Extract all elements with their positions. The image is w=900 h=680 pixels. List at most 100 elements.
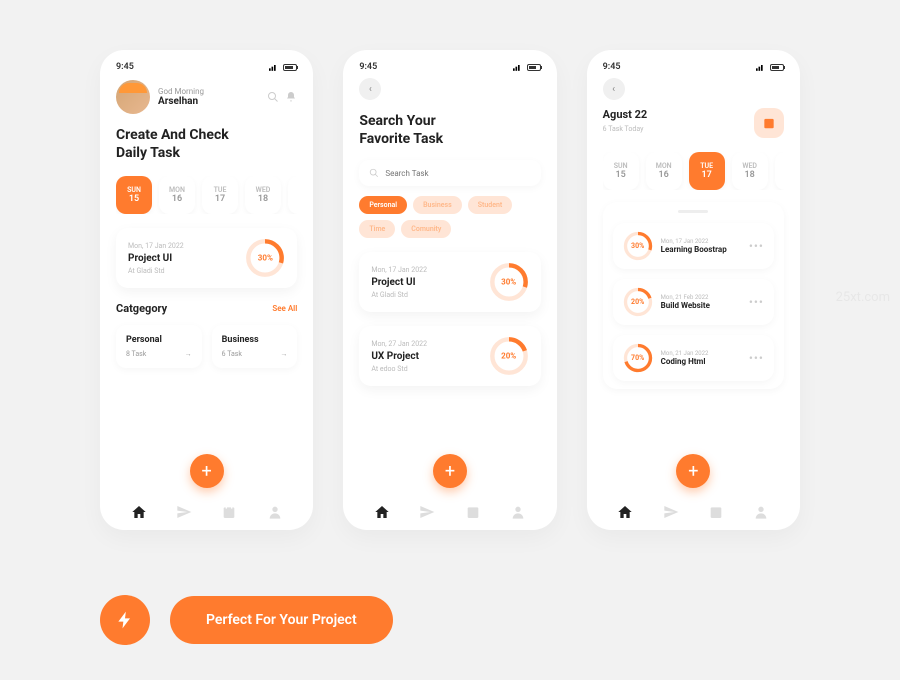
username: Arselhan	[158, 96, 204, 107]
arrow-icon: →	[185, 350, 192, 358]
back-button[interactable]: ‹	[359, 78, 381, 100]
day-label: SUN	[614, 162, 628, 170]
progress-ring: 20%	[489, 336, 529, 376]
day-label: WED	[256, 186, 271, 194]
profile-icon[interactable]	[267, 504, 283, 520]
search-field[interactable]	[385, 169, 530, 178]
filter-chip[interactable]: Personal	[359, 196, 407, 214]
phone-search: 9:45 ‹ Search Your Favorite Task Persona…	[343, 50, 556, 530]
task-row[interactable]: 70%Mon, 21 Jan 2022Coding Html•••	[613, 335, 774, 381]
task-title: Learning Boostrap	[661, 245, 741, 254]
add-button[interactable]: +	[676, 454, 710, 488]
section-title: Catgegory	[116, 302, 167, 315]
bottom-nav	[116, 504, 297, 520]
progress-pct: 20%	[501, 352, 516, 361]
bolt-icon	[115, 610, 135, 630]
filter-chip[interactable]: Business	[413, 196, 462, 214]
progress-ring: 30%	[489, 262, 529, 302]
send-icon[interactable]	[663, 504, 679, 520]
category-card[interactable]: Personal8 Task→	[116, 325, 202, 368]
day-picker: SUN15MON16TUE17WED18TUU15	[603, 152, 784, 190]
project-title: Project UI	[128, 253, 184, 264]
project-date: Mon, 17 Jan 2022	[128, 242, 184, 250]
progress-ring: 30%	[245, 238, 285, 278]
greeting: God Morning	[158, 87, 204, 96]
day-num: 15	[129, 194, 139, 204]
calendar-icon[interactable]	[465, 504, 481, 520]
project-card[interactable]: Mon, 17 Jan 2022 Project UI At Gladi Std…	[116, 228, 297, 288]
watermark: 25xt.com	[836, 290, 890, 305]
day-label: TUE	[214, 186, 227, 194]
drag-handle[interactable]	[678, 210, 708, 213]
calendar-icon[interactable]	[221, 504, 237, 520]
day-num: 17	[702, 170, 712, 180]
battery-icon	[770, 64, 784, 71]
filter-chips: Personal Business Student Time Comunity	[359, 196, 540, 238]
task-date: Mon, 17 Jan 2022	[661, 238, 741, 245]
day-chip[interactable]: TU15	[288, 176, 297, 214]
project-card[interactable]: Mon, 17 Jan 2022Project UIAt Gladi Std30…	[359, 252, 540, 312]
more-icon[interactable]: •••	[749, 351, 764, 365]
status-bar: 9:45	[359, 62, 540, 72]
calendar-button[interactable]	[754, 108, 784, 138]
status-time: 9:45	[603, 62, 621, 72]
day-chip[interactable]: SUN15	[603, 152, 639, 190]
see-all-link[interactable]: See All	[272, 304, 297, 313]
profile-icon[interactable]	[753, 504, 769, 520]
calendar-icon[interactable]	[708, 504, 724, 520]
search-icon[interactable]	[267, 91, 279, 103]
category-card[interactable]: Business6 Task→	[212, 325, 298, 368]
day-chip[interactable]: SUN15	[116, 176, 152, 214]
home-icon[interactable]	[374, 504, 390, 520]
avatar[interactable]	[116, 80, 150, 114]
day-chip[interactable]: TUE17	[202, 176, 238, 214]
category-count: 6 Task	[222, 350, 242, 358]
filter-chip[interactable]: Student	[468, 196, 513, 214]
day-chip[interactable]: TUU15	[775, 152, 784, 190]
filter-chip[interactable]: Time	[359, 220, 395, 238]
send-icon[interactable]	[176, 504, 192, 520]
arrow-icon: →	[280, 350, 287, 358]
filter-chip[interactable]: Comunity	[401, 220, 451, 238]
task-date: Mon, 21 Jan 2022	[661, 350, 741, 357]
back-button[interactable]: ‹	[603, 78, 625, 100]
home-icon[interactable]	[131, 504, 147, 520]
day-chip[interactable]: WED18	[245, 176, 281, 214]
send-icon[interactable]	[419, 504, 435, 520]
header: God Morning Arselhan	[116, 80, 297, 114]
task-row[interactable]: 30% Mon, 17 Jan 2022Learning Boostrap •••	[613, 223, 774, 269]
day-chip[interactable]: MON16	[646, 152, 682, 190]
day-chip[interactable]: MON16	[159, 176, 195, 214]
task-panel: 30%Mon, 17 Jan 2022Learning Boostrap•••2…	[603, 202, 784, 389]
bell-icon[interactable]	[285, 91, 297, 103]
status-icons	[269, 64, 297, 71]
add-button[interactable]: +	[433, 454, 467, 488]
search-icon	[369, 168, 379, 178]
search-input[interactable]	[359, 160, 540, 186]
day-num: 15	[616, 170, 626, 180]
day-num: 16	[659, 170, 669, 180]
signal-icon	[756, 64, 766, 71]
cta-button[interactable]: Perfect For Your Project	[170, 596, 393, 644]
home-icon[interactable]	[617, 504, 633, 520]
signal-icon	[269, 64, 279, 71]
project-title: UX Project	[371, 351, 427, 362]
phone-home: 9:45 God Morning Arselhan Create And Che…	[100, 50, 313, 530]
signal-icon	[513, 64, 523, 71]
more-icon[interactable]: •••	[749, 239, 764, 253]
category-count: 8 Task	[126, 350, 146, 358]
battery-icon	[283, 64, 297, 71]
task-count: 6 Task Today	[603, 125, 648, 133]
profile-icon[interactable]	[510, 504, 526, 520]
more-icon[interactable]: •••	[749, 295, 764, 309]
task-row[interactable]: 20%Mon, 21 Feb 2022Build Website•••	[613, 279, 774, 325]
category-list: Personal8 Task→Business6 Task→	[116, 325, 297, 368]
project-card[interactable]: Mon, 27 Jan 2022UX ProjectAt edoo Std20%	[359, 326, 540, 386]
page-title: Create And Check Daily Task	[116, 126, 297, 162]
battery-icon	[527, 64, 541, 71]
day-chip[interactable]: TUE17	[689, 152, 725, 190]
day-chip[interactable]: WED18	[732, 152, 768, 190]
progress-ring: 20%	[623, 287, 653, 317]
progress-ring: 30%	[623, 231, 653, 261]
add-button[interactable]: +	[190, 454, 224, 488]
